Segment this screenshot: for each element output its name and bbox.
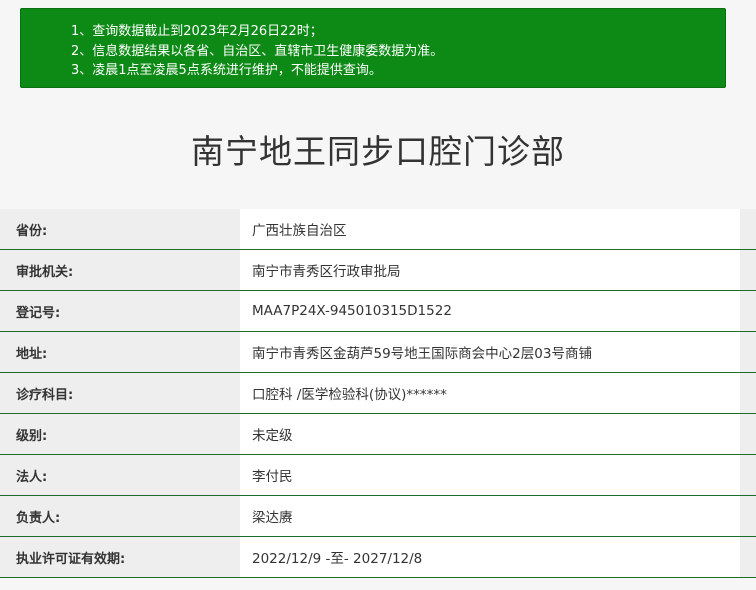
table-row-province: 省份: 广西壮族自治区 [0, 209, 756, 250]
value-departments: 口腔科 /医学检验科(协议)****** [240, 373, 740, 413]
info-table: 省份: 广西壮族自治区 审批机关: 南宁市青秀区行政审批局 登记号: MAA7P… [0, 209, 756, 578]
table-row-legal-person: 法人: 李付民 [0, 455, 756, 496]
label-province: 省份: [0, 209, 240, 249]
row-end-spacer [740, 250, 756, 290]
value-person-in-charge: 梁达赓 [240, 496, 740, 536]
table-row-person-in-charge: 负责人: 梁达赓 [0, 496, 756, 537]
row-end-spacer [740, 414, 756, 454]
value-registration-number: MAA7P24X-945010315D1522 [240, 291, 740, 331]
row-end-spacer [740, 332, 756, 372]
label-legal-person: 法人: [0, 455, 240, 495]
label-approval-authority: 审批机关: [0, 250, 240, 290]
value-approval-authority: 南宁市青秀区行政审批局 [240, 250, 740, 290]
notice-line-2: 2、信息数据结果以各省、自治区、直辖市卫生健康委数据为准。 [71, 43, 444, 59]
value-legal-person: 李付民 [240, 455, 740, 495]
row-end-spacer [740, 291, 756, 331]
row-end-spacer [740, 373, 756, 413]
row-end-spacer [740, 496, 756, 536]
value-level: 未定级 [240, 414, 740, 454]
table-row-approval-authority: 审批机关: 南宁市青秀区行政审批局 [0, 250, 756, 291]
label-registration-number: 登记号: [0, 291, 240, 331]
notice-line-1: 1、查询数据截止到2023年2月26日22时； [71, 24, 323, 39]
row-end-spacer [740, 455, 756, 495]
notice-banner: 1、查询数据截止到2023年2月26日22时； 2、信息数据结果以各省、自治区、… [20, 8, 726, 88]
notice-line-3: 3、凌晨1点至凌晨5点系统进行维护，不能提供查询。 [71, 63, 382, 78]
table-row-departments: 诊疗科目: 口腔科 /医学检验科(协议)****** [0, 373, 756, 414]
value-address: 南宁市青秀区金葫芦59号地王国际商会中心2层03号商铺 [240, 332, 740, 372]
table-row-license-validity: 执业许可证有效期: 2022/12/9 -至- 2027/12/8 [0, 537, 756, 578]
label-level: 级别: [0, 414, 240, 454]
label-person-in-charge: 负责人: [0, 496, 240, 536]
table-row-level: 级别: 未定级 [0, 414, 756, 455]
table-row-registration-number: 登记号: MAA7P24X-945010315D1522 [0, 291, 756, 332]
label-license-validity: 执业许可证有效期: [0, 537, 240, 577]
row-end-spacer [740, 209, 756, 249]
value-license-validity: 2022/12/9 -至- 2027/12/8 [240, 537, 740, 577]
table-row-address: 地址: 南宁市青秀区金葫芦59号地王国际商会中心2层03号商铺 [0, 332, 756, 373]
label-address: 地址: [0, 332, 240, 372]
row-end-spacer [740, 537, 756, 577]
page-title: 南宁地王同步口腔门诊部 [191, 132, 565, 171]
label-departments: 诊疗科目: [0, 373, 240, 413]
value-province: 广西壮族自治区 [240, 209, 740, 249]
